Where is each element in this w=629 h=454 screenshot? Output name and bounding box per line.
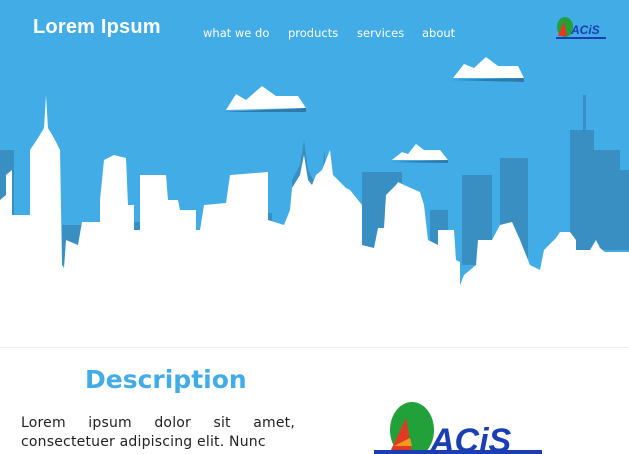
nav-products[interactable]: products <box>288 26 338 40</box>
svg-text:ACiS: ACiS <box>429 422 512 454</box>
hero-banner: Lorem Ipsum what we do products services… <box>0 0 629 347</box>
city-skyline-illustration <box>0 57 629 347</box>
clouds <box>222 57 524 163</box>
acis-logo-small[interactable]: ACiS <box>555 15 607 39</box>
description-title: Description <box>85 365 247 394</box>
main-nav: what we do products services about <box>0 26 629 42</box>
nav-what-we-do[interactable]: what we do <box>203 26 269 40</box>
nav-about[interactable]: about <box>422 26 455 40</box>
svg-text:ACiS: ACiS <box>570 23 600 37</box>
acis-logo: ACiS <box>374 402 542 454</box>
foreground-buildings <box>0 95 629 347</box>
nav-services[interactable]: services <box>357 26 404 40</box>
section-divider <box>0 347 629 348</box>
description-text: Lorem ipsum dolor sit amet, consectetuer… <box>21 415 295 450</box>
